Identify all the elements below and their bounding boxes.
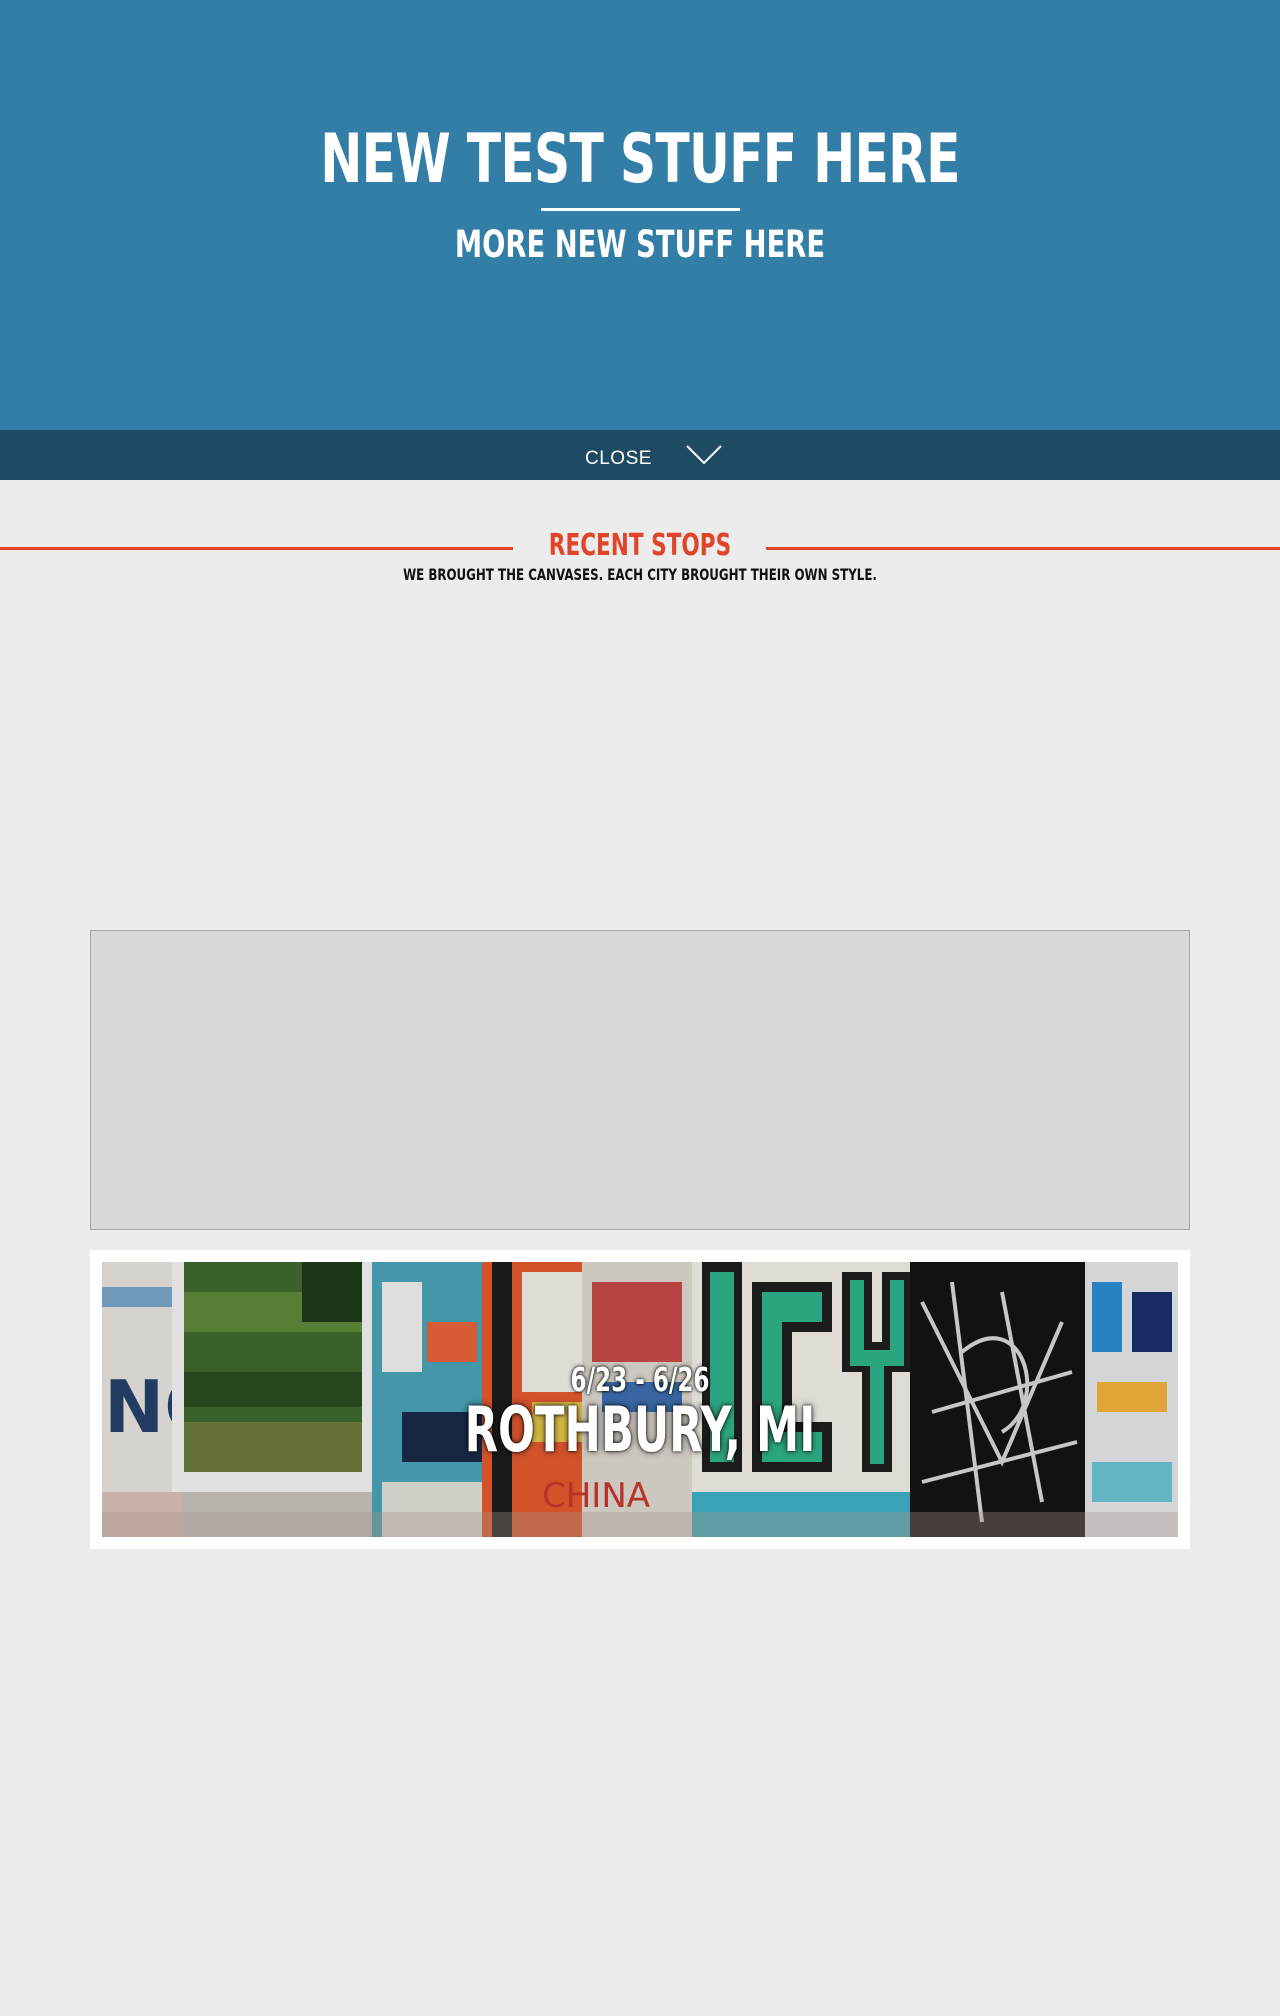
stop-card[interactable]: NG CHINA [90, 1250, 1190, 1549]
recent-stops-header: RECENT STOPS WE BROUGHT THE CANVASES. EA… [0, 520, 1280, 590]
close-label: CLOSE [585, 448, 652, 469]
hero-banner: NEW TEST STUFF HERE MORE NEW STUFF HERE [0, 0, 1280, 430]
stop-city: ROTHBURY, MI [464, 1393, 816, 1466]
hero-subtitle: MORE NEW STUFF HERE [454, 223, 826, 266]
hero-divider [541, 208, 740, 211]
hero-title: NEW TEST STUFF HERE [320, 120, 960, 199]
chevron-down-icon [686, 445, 722, 465]
recent-stops-title: RECENT STOPS [548, 528, 732, 563]
close-bar: CLOSE [0, 430, 1280, 480]
media-placeholder [90, 930, 1190, 1230]
close-button[interactable]: CLOSE [570, 430, 730, 480]
recent-stops-subtitle: WE BROUGHT THE CANVASES. EACH CITY BROUG… [403, 565, 877, 584]
stop-image: NG CHINA [102, 1262, 1178, 1537]
